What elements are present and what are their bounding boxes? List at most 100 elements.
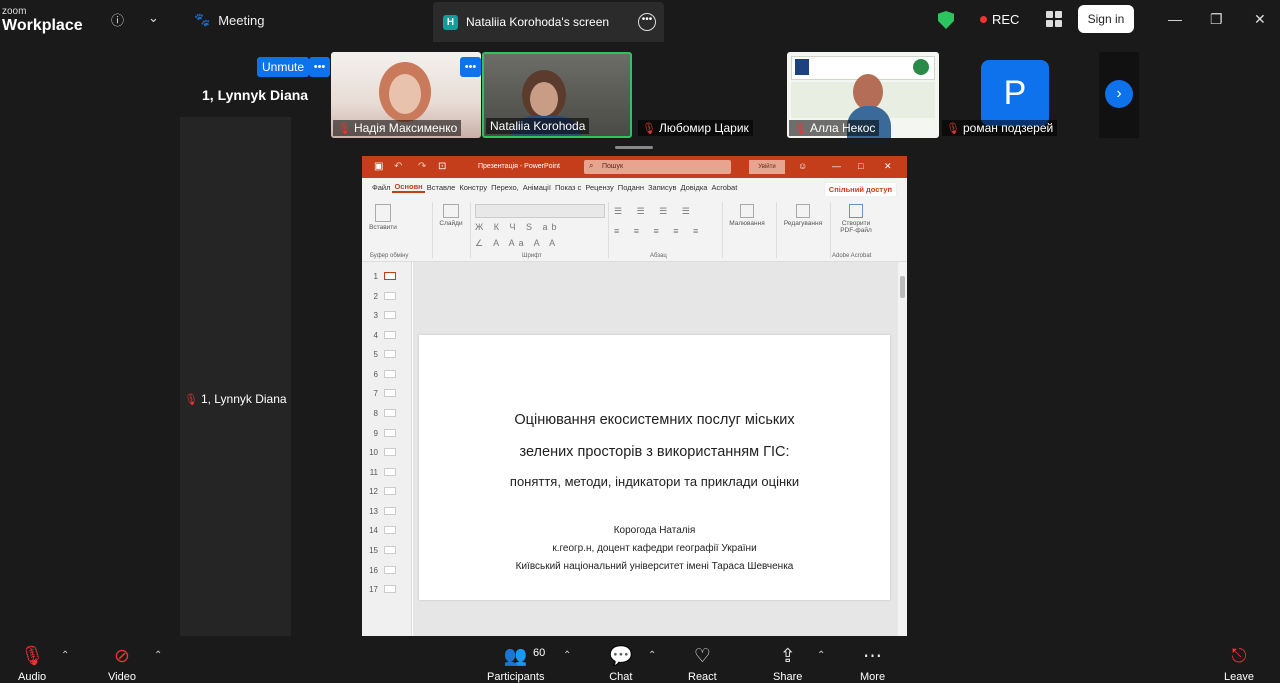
shared-powerpoint-window[interactable]: ▣ ↶ ↷ ⊡ Презентація - PowerPoint Пошук ⌕… bbox=[362, 156, 907, 636]
participant-name-tag: 🎙 роман подзерей bbox=[942, 120, 1058, 136]
share-button[interactable]: ⇪ Share bbox=[773, 646, 802, 683]
encryption-shield-icon[interactable] bbox=[938, 11, 954, 29]
info-icon[interactable]: ⓘ bbox=[111, 10, 124, 29]
close-icon: ✕ bbox=[884, 161, 892, 171]
participant-name-tag: Nataliia Korohoda bbox=[486, 118, 590, 134]
participant-tile[interactable]: 🎙 Любомир Царик bbox=[636, 52, 786, 138]
mic-muted-icon: 🎙 bbox=[20, 646, 45, 667]
audio-options-caret[interactable]: ⌃ bbox=[61, 650, 69, 661]
slide-subtitle: поняття, методи, індикатори та приклади … bbox=[509, 474, 800, 489]
more-options-icon[interactable]: ••• bbox=[638, 13, 656, 31]
new-slide-icon bbox=[443, 204, 459, 218]
meeting-menu[interactable]: 🐾 Meeting bbox=[194, 12, 264, 28]
slide-thumbnail: 4 bbox=[366, 329, 408, 341]
chevron-right-icon: › bbox=[1105, 80, 1133, 108]
slide-title-line-1: Оцінювання екосистемних послуг міських bbox=[514, 412, 795, 428]
participant-tile[interactable]: 🎙 Алла Некос bbox=[787, 52, 939, 138]
chat-icon: 💬 bbox=[609, 646, 633, 667]
react-button[interactable]: ♡ React bbox=[688, 646, 717, 683]
slide-thumbnail: 14 bbox=[366, 524, 408, 536]
mic-muted-icon: 🎙 bbox=[946, 122, 960, 135]
participants-options-caret[interactable]: ⌃ bbox=[563, 650, 571, 661]
save-icon: ▣ bbox=[374, 161, 384, 172]
ppt-title-bar: ▣ ↶ ↷ ⊡ Презентація - PowerPoint Пошук ⌕… bbox=[362, 156, 907, 178]
self-name: 1, Lynnyk Diana bbox=[202, 87, 309, 103]
slide-thumbnail: 1 bbox=[366, 270, 408, 282]
current-slide: Оцінювання екосистемних послуг міських з… bbox=[419, 335, 890, 600]
active-speaker-tile[interactable]: Nataliia Korohoda bbox=[482, 52, 632, 138]
tile-more-button[interactable]: ••• bbox=[460, 57, 481, 77]
participant-name-tag: 🎙 Алла Некос bbox=[789, 120, 880, 136]
sign-in-button[interactable]: Sign in bbox=[1078, 5, 1134, 33]
record-dot-icon bbox=[980, 16, 987, 23]
mic-muted-icon: 🎙 bbox=[337, 122, 351, 135]
audio-button[interactable]: 🎙 Audio bbox=[18, 646, 46, 683]
slide-thumbnails-pane: 1 2 3 4 5 6 7 8 9 10 11 12 13 14 15 16 1… bbox=[362, 262, 412, 636]
recording-indicator[interactable]: REC bbox=[980, 12, 1019, 27]
leave-button[interactable]: ⎋ Leave bbox=[1224, 646, 1254, 683]
slide-title-line-2: зелених просторів з використанням ГІС: bbox=[519, 444, 790, 460]
university-logo bbox=[795, 59, 809, 75]
mic-muted-icon: 🎙 bbox=[642, 122, 656, 135]
paw-icon: 🐾 bbox=[194, 12, 211, 27]
chat-button[interactable]: 💬 Chat bbox=[609, 646, 633, 683]
create-pdf-button: Створити PDF-файл bbox=[834, 204, 878, 234]
restore-icon[interactable]: ❐ bbox=[1210, 11, 1223, 28]
participant-avatar: P bbox=[981, 60, 1049, 126]
sharer-avatar: H bbox=[443, 14, 458, 30]
unmute-button[interactable]: Unmute bbox=[257, 57, 310, 77]
account-icon: ☺ bbox=[798, 161, 808, 171]
next-page-button[interactable]: › bbox=[1099, 52, 1139, 138]
undo-icon: ↶ bbox=[394, 161, 403, 172]
shared-screen-tab[interactable]: H Nataliia Korohoda's screen ••• bbox=[433, 2, 664, 42]
participant-face bbox=[389, 74, 421, 114]
slide-thumbnail: 10 bbox=[366, 446, 408, 458]
pdf-icon bbox=[849, 204, 863, 218]
slide-author-position: к.геогр.н, доцент кафедри географії Укра… bbox=[552, 543, 757, 554]
chevron-down-icon[interactable]: ⌄ bbox=[148, 10, 159, 26]
ppt-login-button: Увійти bbox=[749, 160, 785, 174]
present-icon: ⊡ bbox=[438, 161, 447, 172]
participant-tile[interactable]: P 🎙 роман подзерей bbox=[940, 52, 1090, 138]
slides-button: Слайди bbox=[438, 204, 464, 227]
redo-icon: ↷ bbox=[418, 161, 427, 172]
video-off-icon: ⊘ bbox=[114, 646, 130, 667]
self-more-button[interactable]: ••• bbox=[309, 57, 330, 77]
share-title: Nataliia Korohoda's screen bbox=[466, 15, 610, 29]
participant-name-tag: 🎙 Любомир Царик bbox=[638, 120, 753, 136]
slide-thumbnail: 11 bbox=[366, 466, 408, 478]
share-screen-icon: ⇪ bbox=[779, 646, 796, 667]
self-name-tag: 🎙 1, Lynnyk Diana bbox=[180, 117, 291, 681]
video-button[interactable]: ⊘ Video bbox=[108, 646, 136, 683]
minimize-icon: — bbox=[832, 161, 841, 171]
top-bar: zoom Workplace ⓘ ⌄ 🐾 Meeting H Nataliia … bbox=[0, 0, 1280, 42]
resize-handle[interactable] bbox=[615, 146, 653, 149]
video-options-caret[interactable]: ⌃ bbox=[154, 650, 162, 661]
participant-name-tag: 🎙 Надія Максименко bbox=[333, 120, 462, 136]
mic-muted-icon: 🎙 bbox=[184, 393, 198, 406]
list-icons: ☰ ☰ ☰ ☰ bbox=[614, 206, 696, 216]
ppt-search-box: Пошук bbox=[584, 160, 731, 174]
slide-thumbnail: 12 bbox=[366, 485, 408, 497]
clipboard-icon bbox=[375, 204, 391, 222]
more-button[interactable]: ⋯ More bbox=[860, 646, 885, 683]
participants-count: 60 bbox=[533, 647, 546, 659]
more-icon: ⋯ bbox=[863, 646, 883, 667]
minimize-icon[interactable]: — bbox=[1168, 11, 1182, 27]
zoom-workplace-logo: zoom Workplace bbox=[2, 6, 83, 34]
participant-tile[interactable]: ••• 🎙 Надія Максименко bbox=[331, 52, 481, 138]
close-icon[interactable]: ✕ bbox=[1254, 11, 1266, 28]
align-icons: ≡ ≡ ≡ ≡ ≡ bbox=[614, 226, 705, 236]
slide-thumbnail: 7 bbox=[366, 387, 408, 399]
share-options-caret[interactable]: ⌃ bbox=[817, 650, 825, 661]
font-format-icons: Ж К Ч S ab bbox=[475, 222, 561, 232]
font-color-icons: ∠ A Aa A A bbox=[475, 238, 560, 248]
maximize-icon: □ bbox=[858, 161, 864, 171]
apps-grid-icon[interactable] bbox=[1046, 11, 1062, 27]
paste-button: Вставити bbox=[368, 204, 398, 231]
participant-face bbox=[530, 82, 558, 116]
chat-options-caret[interactable]: ⌃ bbox=[648, 650, 656, 661]
slide-editor: Оцінювання екосистемних послуг міських з… bbox=[413, 262, 907, 636]
slide-thumbnail: 6 bbox=[366, 368, 408, 380]
drawing-button: Малювання bbox=[724, 204, 770, 227]
